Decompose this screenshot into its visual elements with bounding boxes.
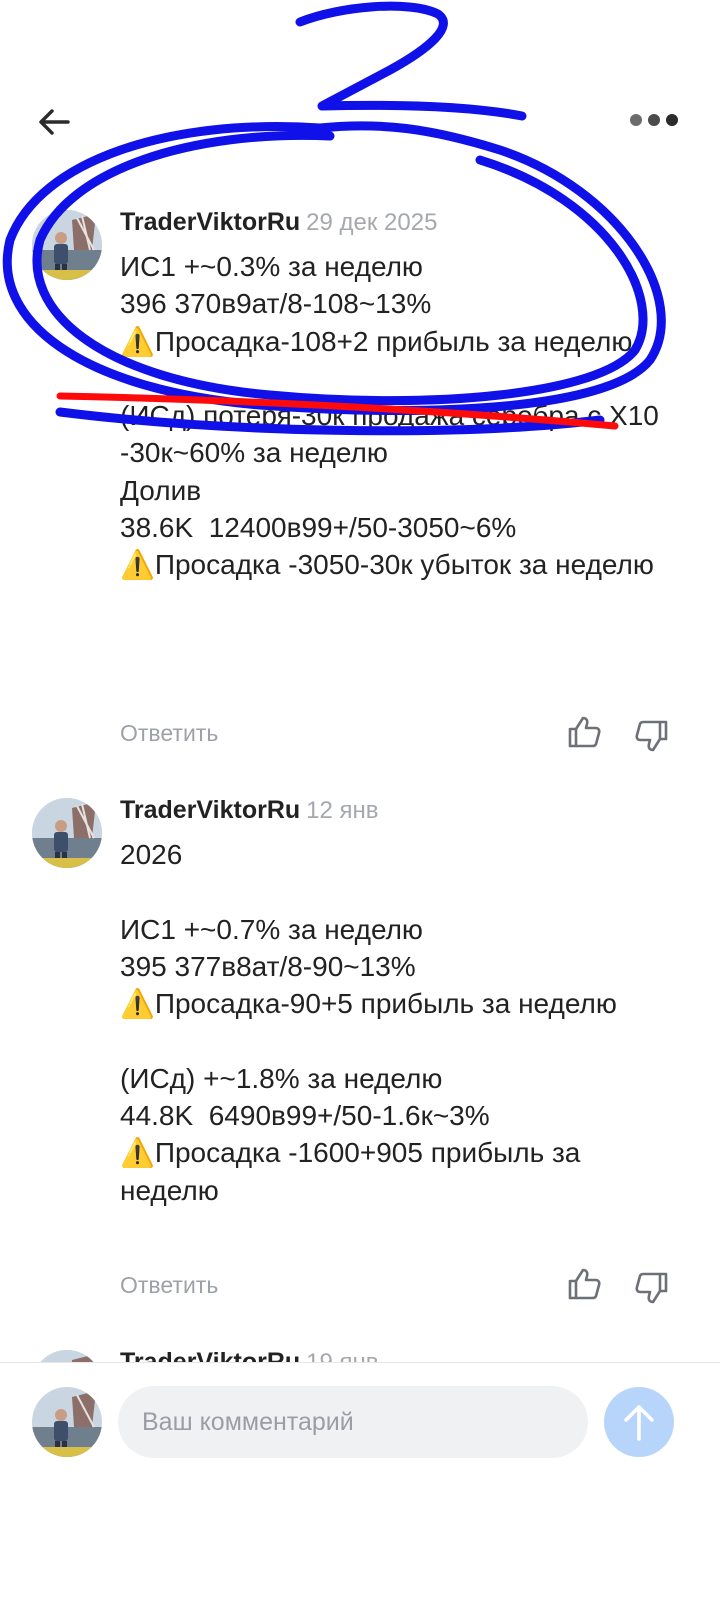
comment-input[interactable]: [118, 1386, 588, 1458]
author-name[interactable]: TraderViktorRu: [120, 796, 300, 824]
comment-date: 29 дек 2025: [306, 209, 438, 236]
arrow-up-icon: [624, 1405, 654, 1441]
more-dots-icon[interactable]: [628, 110, 680, 130]
comment-item: TraderViktorRu 12 янв 2026 ИС1 +~0.7% за …: [0, 790, 720, 1360]
comment-author[interactable]: TraderViktorRu 12 янв: [120, 796, 379, 825]
avatar[interactable]: [32, 798, 102, 868]
comment-author[interactable]: TraderViktorRu 29 дек 2025: [120, 208, 437, 237]
comment-composer: [0, 1363, 720, 1600]
comment-item: TraderViktorRu 29 дек 2025 ИС1 +~0.3% за …: [0, 200, 720, 790]
thumbs-down-icon[interactable]: [634, 1270, 670, 1306]
send-button[interactable]: [604, 1387, 674, 1457]
comment-text: 2026 ИС1 +~0.7% за неделю 395 377в8ат/8-…: [120, 839, 617, 1206]
thumbs-up-icon[interactable]: [566, 1266, 602, 1302]
thumbs-down-icon[interactable]: [634, 718, 670, 754]
comment-date: 12 янв: [306, 797, 379, 824]
top-bar: [0, 80, 720, 160]
reply-button[interactable]: Ответить: [120, 1272, 218, 1299]
arrow-left-icon[interactable]: [34, 102, 74, 142]
reply-button[interactable]: Ответить: [120, 720, 218, 747]
thumbs-up-icon[interactable]: [566, 714, 602, 750]
avatar: [32, 1387, 102, 1457]
comment-text: ИС1 +~0.3% за неделю 396 370в9ат/8-108~1…: [120, 251, 659, 581]
comments-list: TraderViktorRu 29 дек 2025 ИС1 +~0.3% за …: [0, 200, 720, 1390]
author-name[interactable]: TraderViktorRu: [120, 208, 300, 236]
avatar[interactable]: [32, 210, 102, 280]
